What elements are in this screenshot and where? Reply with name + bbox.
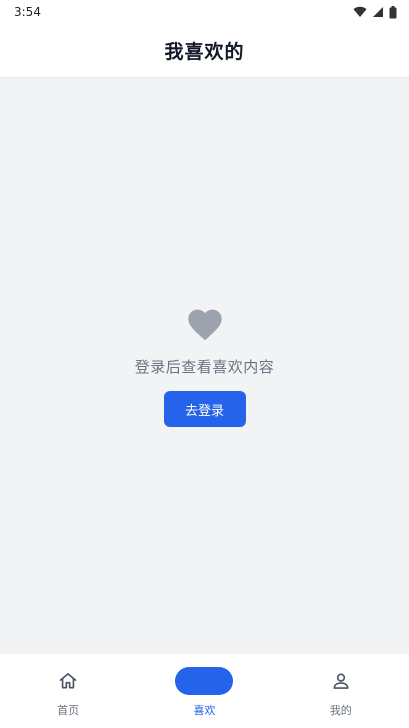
user-icon — [333, 673, 349, 689]
nav-icon-wrap — [175, 667, 234, 695]
battery-icon — [389, 5, 397, 18]
active-indicator — [175, 667, 234, 695]
page-title: 我喜欢的 — [164, 41, 245, 63]
nav-label-profile: 我的 — [329, 704, 352, 717]
status-icons — [353, 5, 397, 19]
bottom-nav: 首页 喜欢 我的 — [0, 654, 409, 728]
status-time: 3:54 — [14, 5, 41, 19]
wifi-icon — [353, 6, 367, 18]
nav-icon-wrap — [331, 668, 351, 694]
login-button[interactable]: 去登录 — [163, 391, 246, 427]
empty-state: 登录后查看喜欢内容 去登录 — [0, 304, 409, 427]
main-content: 登录后查看喜欢内容 去登录 — [0, 78, 409, 654]
nav-item-home[interactable]: 首页 — [0, 654, 136, 728]
nav-label-home: 首页 — [57, 704, 80, 717]
app-header: 我喜欢的 — [0, 24, 409, 78]
status-bar: 3:54 — [0, 0, 409, 24]
nav-icon-wrap — [58, 668, 78, 694]
heart-icon — [187, 309, 222, 341]
empty-message: 登录后查看喜欢内容 — [134, 358, 275, 376]
nav-label-favorites: 喜欢 — [193, 704, 216, 717]
nav-item-favorites[interactable]: 喜欢 — [136, 654, 272, 728]
home-icon — [59, 673, 77, 689]
signal-icon — [373, 7, 383, 17]
nav-item-profile[interactable]: 我的 — [273, 654, 409, 728]
